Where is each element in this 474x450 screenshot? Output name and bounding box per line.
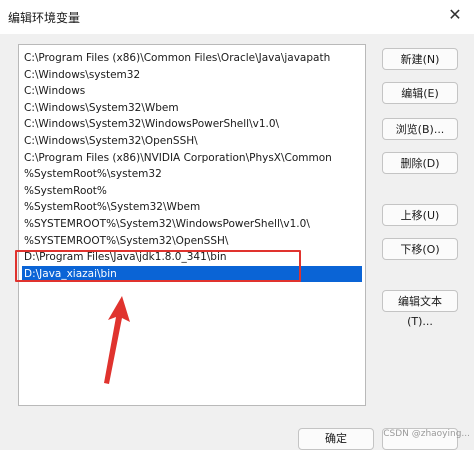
annotation-highlight-box (15, 250, 301, 282)
path-list-item[interactable]: C:\Windows (22, 83, 362, 99)
path-list-item[interactable]: C:\Windows\system32 (22, 67, 362, 83)
move-up-button[interactable]: 上移(U) (382, 204, 458, 226)
path-list-item[interactable]: C:\Windows\System32\WindowsPowerShell\v1… (22, 116, 362, 132)
path-list-item[interactable]: %SYSTEMROOT%\System32\WindowsPowerShell\… (22, 216, 362, 232)
path-list-item[interactable]: %SystemRoot% (22, 183, 362, 199)
path-list-item[interactable]: %SYSTEMROOT%\System32\OpenSSH\ (22, 233, 362, 249)
watermark: CSDN @zhaoying... (383, 429, 470, 439)
close-icon[interactable]: ✕ (446, 6, 464, 24)
title-bar: 编辑环境变量 ✕ (0, 0, 474, 34)
delete-button[interactable]: 删除(D) (382, 152, 458, 174)
ok-button[interactable]: 确定 (298, 428, 374, 450)
path-list-item[interactable]: C:\Windows\System32\OpenSSH\ (22, 133, 362, 149)
path-list-item[interactable]: %SystemRoot%\System32\Wbem (22, 199, 362, 215)
path-list-item[interactable]: C:\Program Files (x86)\NVIDIA Corporatio… (22, 150, 362, 166)
browse-button[interactable]: 浏览(B)... (382, 118, 458, 140)
path-list-item[interactable]: C:\Program Files (x86)\Common Files\Orac… (22, 50, 362, 66)
dialog-title: 编辑环境变量 (8, 11, 81, 25)
new-button[interactable]: 新建(N) (382, 48, 458, 70)
path-list-item[interactable]: %SystemRoot%\system32 (22, 166, 362, 182)
move-down-button[interactable]: 下移(O) (382, 238, 458, 260)
path-list-item[interactable]: C:\Windows\System32\Wbem (22, 100, 362, 116)
edit-text-button[interactable]: 编辑文本(T)... (382, 290, 458, 328)
path-list[interactable]: C:\Program Files (x86)\Common Files\Orac… (18, 44, 366, 406)
edit-button[interactable]: 编辑(E) (382, 82, 458, 104)
annotation-arrow-icon (104, 296, 130, 384)
edit-env-variable-dialog: 编辑环境变量 ✕ C:\Program Files (x86)\Common F… (0, 0, 474, 450)
